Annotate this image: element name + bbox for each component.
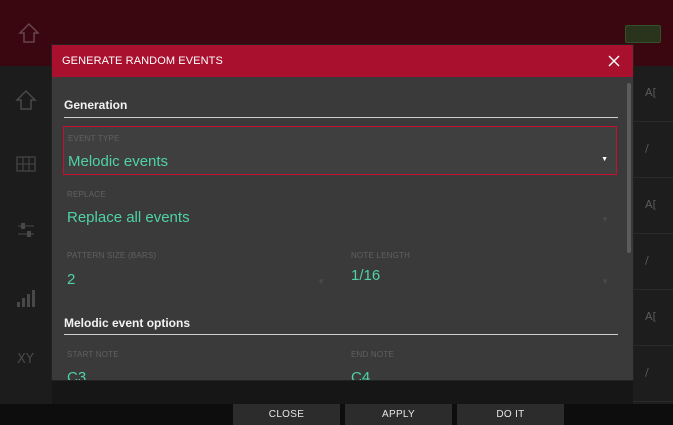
right-row: A[ bbox=[633, 290, 673, 346]
pattern-size-value: 2 bbox=[67, 271, 76, 288]
status-indicator bbox=[625, 25, 661, 43]
right-row: A[ bbox=[633, 178, 673, 234]
start-note-field[interactable]: START NOTE C3 bbox=[63, 345, 333, 380]
note-length-select[interactable]: NOTE LENGTH 1/16 ▼ bbox=[347, 245, 617, 293]
close-icon bbox=[608, 55, 620, 67]
right-row-glyph: / bbox=[645, 366, 649, 379]
caret-down-icon: ▼ bbox=[601, 215, 609, 224]
right-row-glyph: A[ bbox=[645, 310, 657, 323]
replace-value: Replace all events bbox=[67, 209, 190, 226]
end-note-field[interactable]: END NOTE C4 bbox=[347, 345, 617, 380]
replace-select[interactable]: REPLACE Replace all events ▼ bbox=[63, 182, 617, 230]
section-divider bbox=[64, 334, 618, 335]
right-row-glyph: A[ bbox=[645, 86, 657, 99]
generate-random-events-dialog: GENERATE RANDOM EVENTS Generation EVENT … bbox=[52, 45, 633, 380]
apply-button[interactable]: APPLY bbox=[345, 404, 452, 425]
dialog-close-button[interactable] bbox=[603, 50, 625, 72]
svg-text:XY: XY bbox=[17, 352, 34, 367]
xy-icon: XY bbox=[17, 352, 34, 367]
background-right-column: A[ / A[ / A[ / bbox=[633, 66, 673, 404]
right-row-glyph: / bbox=[645, 254, 649, 267]
caret-down-icon: ▼ bbox=[601, 156, 608, 163]
section-divider bbox=[64, 117, 618, 118]
mixer-icon bbox=[18, 223, 34, 237]
dialog-title: GENERATE RANDOM EVENTS bbox=[62, 55, 223, 67]
start-note-value: C3 bbox=[67, 369, 87, 380]
pattern-size-field[interactable]: PATTERN SIZE (BARS) 2 ▼ bbox=[63, 245, 333, 293]
pattern-size-label: PATTERN SIZE (BARS) bbox=[67, 251, 157, 260]
caret-down-icon: ▼ bbox=[601, 277, 609, 286]
event-type-label: EVENT TYPE bbox=[68, 134, 120, 143]
event-type-value: Melodic events bbox=[68, 153, 169, 170]
home-icon bbox=[15, 89, 37, 110]
right-row: / bbox=[633, 234, 673, 290]
close-button[interactable]: CLOSE bbox=[233, 404, 340, 425]
dialog-titlebar: GENERATE RANDOM EVENTS bbox=[52, 45, 633, 77]
grid-icon bbox=[16, 156, 36, 172]
caret-down-icon: ▼ bbox=[317, 277, 325, 286]
section-heading-generation: Generation bbox=[64, 98, 128, 112]
scrollbar[interactable] bbox=[627, 83, 631, 253]
right-row: A[ bbox=[633, 66, 673, 122]
right-row-glyph: / bbox=[645, 142, 649, 155]
background-sidebar: XY bbox=[0, 66, 52, 404]
do-it-button[interactable]: DO IT bbox=[457, 404, 564, 425]
replace-label: REPLACE bbox=[67, 190, 106, 199]
event-type-select[interactable]: EVENT TYPE Melodic events ▼ bbox=[63, 126, 617, 175]
section-heading-melodic-options: Melodic event options bbox=[64, 316, 191, 330]
note-length-value: 1/16 bbox=[351, 267, 381, 284]
right-row-glyph: A[ bbox=[645, 198, 657, 211]
home-icon bbox=[18, 22, 40, 43]
end-note-label: END NOTE bbox=[351, 350, 394, 359]
note-length-label: NOTE LENGTH bbox=[351, 251, 411, 260]
start-note-label: START NOTE bbox=[67, 350, 119, 359]
end-note-value: C4 bbox=[351, 369, 371, 380]
right-row: / bbox=[633, 122, 673, 178]
right-row: / bbox=[633, 346, 673, 402]
bars-icon bbox=[17, 290, 35, 307]
